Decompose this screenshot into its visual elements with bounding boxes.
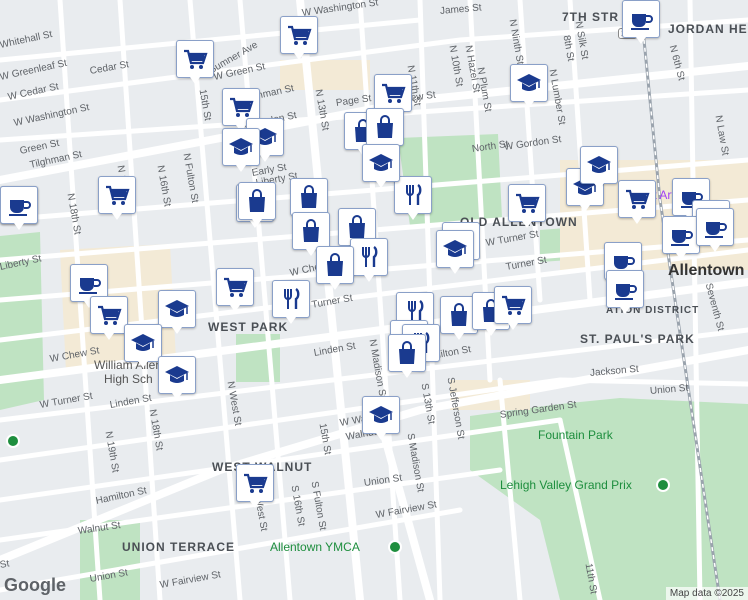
map-attribution[interactable]: Map data ©2025: [665, 587, 748, 600]
map-marker-shopping[interactable]: [216, 268, 254, 312]
map-marker-store[interactable]: [290, 178, 328, 222]
shopping-cart-icon: [513, 189, 541, 217]
poi-label-fountain-park[interactable]: Fountain Park: [538, 428, 613, 442]
map-marker-shopping[interactable]: [176, 40, 214, 84]
area-label: UNION TERRACE: [122, 540, 236, 554]
shopping-cart-icon: [181, 45, 209, 73]
map-marker-school[interactable]: [436, 230, 474, 274]
map-marker-shopping[interactable]: [90, 296, 128, 340]
shopping-cart-icon: [221, 273, 249, 301]
map-marker-school[interactable]: [580, 146, 618, 190]
map-marker-cafe[interactable]: [606, 270, 644, 314]
poi-label-grand-prix[interactable]: Lehigh Valley Grand Prix: [500, 478, 632, 492]
area-label: ST. PAUL'S PARK: [580, 332, 695, 346]
poi-pin[interactable]: [656, 478, 670, 492]
area-label: 7TH STR: [562, 10, 620, 24]
shopping-cart-icon: [103, 181, 131, 209]
campus-area: [280, 60, 370, 90]
graduation-cap-icon: [163, 361, 191, 389]
map-marker-restaurant[interactable]: [272, 280, 310, 324]
map-marker-store[interactable]: [316, 246, 354, 290]
coffee-cup-icon: [75, 269, 103, 297]
graduation-cap-icon: [227, 133, 255, 161]
map-canvas[interactable]: 7TH STR JORDAN HEI OLD ALLENTOWN WEST PA…: [0, 0, 748, 600]
poi-label-ymca[interactable]: Allentown YMCA: [270, 540, 360, 554]
map-marker-school[interactable]: [510, 64, 548, 108]
street-label: St: [0, 558, 11, 571]
map-marker-school[interactable]: [362, 396, 400, 440]
shopping-cart-icon: [241, 469, 269, 497]
google-logo: Google: [4, 575, 66, 595]
shopping-cart-icon: [285, 21, 313, 49]
map-marker-shopping[interactable]: [374, 74, 412, 118]
graduation-cap-icon: [129, 329, 157, 357]
map-marker-store[interactable]: [366, 108, 404, 152]
shopping-bag-icon: [445, 301, 473, 329]
map-marker-school[interactable]: [222, 128, 260, 172]
map-marker-shopping[interactable]: [508, 184, 546, 228]
graduation-cap-icon: [367, 401, 395, 429]
map-marker-cafe[interactable]: [696, 208, 734, 252]
poi-pin[interactable]: [388, 540, 402, 554]
map-marker-store[interactable]: [388, 334, 426, 378]
shopping-cart-icon: [95, 301, 123, 329]
fork-knife-icon: [355, 243, 383, 271]
map-marker-shopping[interactable]: [98, 176, 136, 220]
coffee-cup-icon: [701, 213, 729, 241]
graduation-cap-icon: [515, 69, 543, 97]
area-label: WEST PARK: [208, 320, 289, 334]
fork-knife-icon: [399, 181, 427, 209]
shopping-cart-icon: [227, 93, 255, 121]
coffee-cup-icon: [611, 275, 639, 303]
coffee-cup-icon: [667, 221, 695, 249]
map-marker-shopping[interactable]: [236, 464, 274, 508]
shopping-bag-icon: [371, 113, 399, 141]
graduation-cap-icon: [585, 151, 613, 179]
map-marker-cafe[interactable]: [0, 186, 38, 230]
poi-pin[interactable]: [6, 434, 20, 448]
shopping-bag-icon: [321, 251, 349, 279]
shopping-bag-icon: [243, 187, 271, 215]
map-marker-shopping[interactable]: [280, 16, 318, 60]
map-marker-store[interactable]: [238, 182, 276, 226]
school-label-line: High Sch: [104, 372, 153, 386]
shopping-cart-icon: [499, 291, 527, 319]
map-marker-school[interactable]: [158, 356, 196, 400]
shopping-bag-icon: [343, 213, 371, 241]
graduation-cap-icon: [163, 295, 191, 323]
map-marker-school[interactable]: [362, 144, 400, 188]
map-marker-school[interactable]: [158, 290, 196, 334]
map-marker-store[interactable]: [292, 212, 330, 256]
map-marker-restaurant[interactable]: [394, 176, 432, 220]
graduation-cap-icon: [441, 235, 469, 263]
map-marker-shopping[interactable]: [494, 286, 532, 330]
map-marker-shopping[interactable]: [618, 180, 656, 224]
shopping-cart-icon: [379, 79, 407, 107]
shopping-cart-icon: [623, 185, 651, 213]
shopping-bag-icon: [393, 339, 421, 367]
map-marker-school[interactable]: [124, 324, 162, 368]
graduation-cap-icon: [367, 149, 395, 177]
map-marker-cafe[interactable]: [662, 216, 700, 260]
map-marker-restaurant[interactable]: [350, 238, 388, 282]
shopping-bag-icon: [297, 217, 325, 245]
fork-knife-icon: [277, 285, 305, 313]
city-label: Allentown: [668, 262, 745, 279]
shopping-bag-icon: [295, 183, 323, 211]
coffee-cup-icon: [627, 5, 655, 33]
area-label: JORDAN HEI: [668, 22, 748, 36]
map-marker-cafe[interactable]: [622, 0, 660, 44]
coffee-cup-icon: [5, 191, 33, 219]
